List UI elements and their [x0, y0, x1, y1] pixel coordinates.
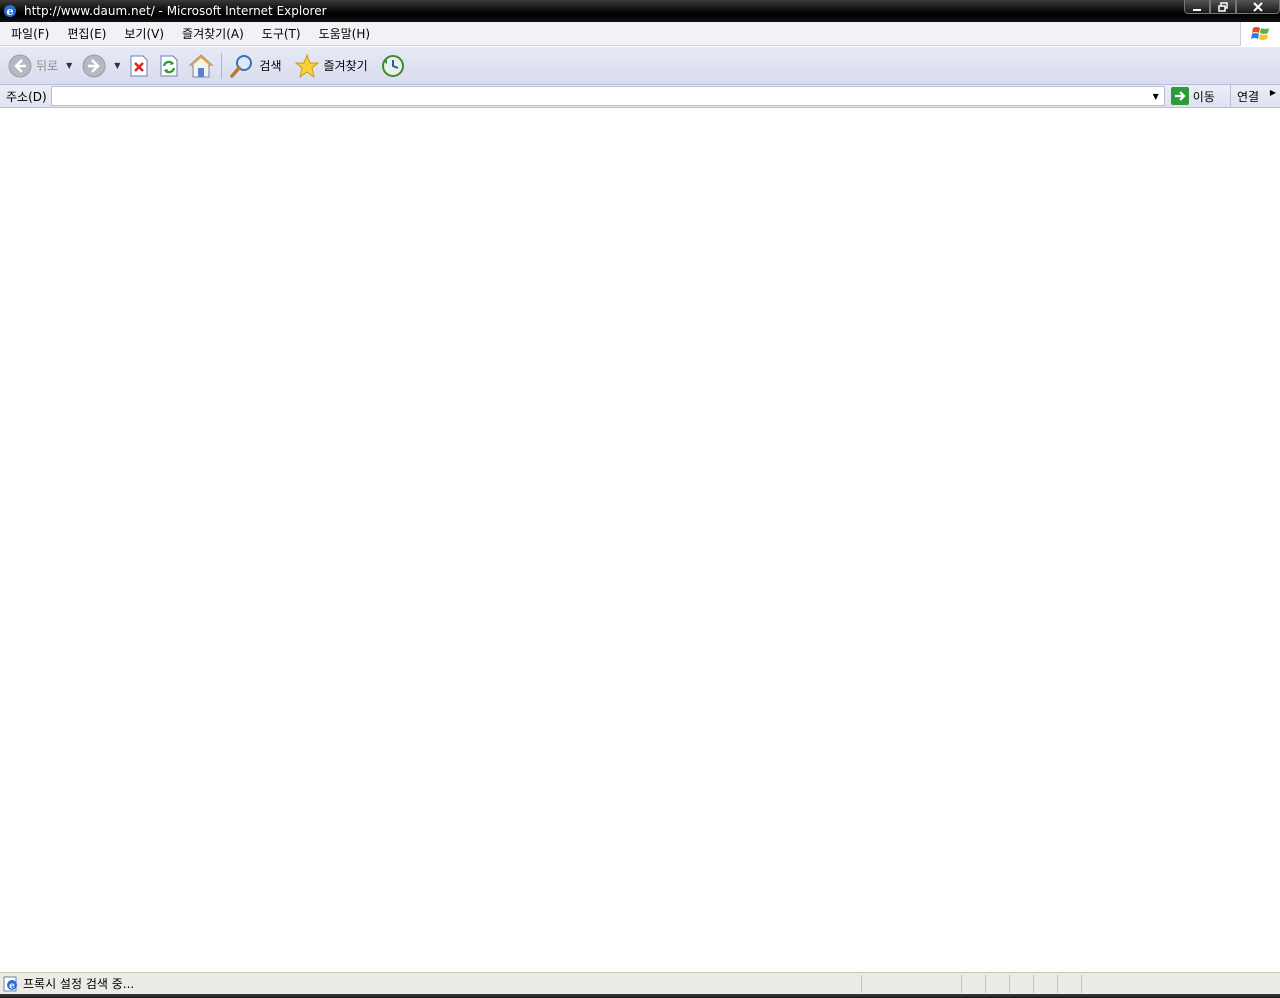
- status-pane: [1009, 975, 1010, 993]
- forward-button[interactable]: [78, 49, 110, 83]
- menu-view[interactable]: 보기(V): [116, 22, 172, 46]
- menu-help[interactable]: 도움말(H): [311, 22, 379, 46]
- taskbar-edge: [0, 994, 1280, 998]
- back-label: 뒤로: [36, 59, 59, 73]
- standard-toolbar: 뒤로 ▼ ▼ 검색 즐겨찾기: [0, 47, 1280, 85]
- ie-icon: e: [4, 5, 16, 18]
- minimize-button[interactable]: [1184, 0, 1210, 14]
- window-title: http://www.daum.net/ - Microsoft Interne…: [24, 4, 327, 18]
- status-bar: e 프록시 설정 검색 중...: [0, 972, 1280, 994]
- home-button[interactable]: [184, 49, 218, 83]
- windows-flag-icon: [1250, 27, 1269, 40]
- back-dropdown-icon[interactable]: ▼: [66, 61, 72, 70]
- status-zone-pane: [1081, 975, 1082, 993]
- star-icon: [294, 53, 319, 78]
- search-label: 검색: [259, 59, 282, 73]
- windows-logo: [1240, 22, 1280, 46]
- back-button[interactable]: 뒤로: [4, 49, 62, 83]
- back-arrow-icon: [8, 54, 32, 77]
- page-status-icon: e: [3, 976, 17, 991]
- refresh-button[interactable]: [154, 49, 184, 83]
- menu-favorites[interactable]: 즐겨찾기(A): [174, 22, 252, 46]
- menu-file[interactable]: 파일(F): [3, 22, 57, 46]
- status-text: 프록시 설정 검색 중...: [23, 977, 135, 991]
- menu-bar: 파일(F) 편집(E) 보기(V) 즐겨찾기(A) 도구(T) 도움말(H): [0, 22, 1280, 46]
- page-content: [0, 108, 1280, 972]
- svg-text:e: e: [7, 5, 14, 18]
- restore-button[interactable]: [1210, 0, 1236, 14]
- forward-arrow-icon: [82, 54, 106, 77]
- address-input[interactable]: [51, 87, 1148, 105]
- history-button[interactable]: [376, 49, 410, 83]
- links-toolbar[interactable]: 연결 ▶: [1230, 85, 1280, 108]
- history-icon: [381, 54, 404, 77]
- refresh-icon: [160, 55, 178, 76]
- close-icon: [1253, 1, 1263, 12]
- go-label: 이동: [1192, 89, 1215, 104]
- address-dropdown-icon[interactable]: ▼: [1148, 87, 1164, 105]
- go-arrow-icon: [1170, 87, 1189, 105]
- status-pane: [961, 975, 962, 993]
- svg-text:e: e: [9, 981, 15, 991]
- address-label: 주소(D): [6, 89, 47, 104]
- favorites-button[interactable]: 즐겨찾기: [290, 49, 372, 83]
- links-chevron-icon[interactable]: ▶: [1270, 88, 1276, 97]
- menu-tools[interactable]: 도구(T): [254, 22, 309, 46]
- go-button[interactable]: 이동: [1170, 87, 1215, 105]
- favorites-label: 즐겨찾기: [323, 59, 368, 73]
- links-label: 연결: [1237, 90, 1260, 104]
- toolbar-separator: [221, 52, 223, 79]
- menu-edit[interactable]: 편집(E): [59, 22, 114, 46]
- status-pane: [985, 975, 986, 993]
- search-icon: [230, 54, 253, 78]
- close-button[interactable]: [1236, 0, 1280, 14]
- home-icon: [189, 53, 214, 77]
- forward-dropdown-icon[interactable]: ▼: [114, 61, 120, 70]
- title-bar: e http://www.daum.net/ - Microsoft Inter…: [0, 0, 1280, 22]
- status-progress-pane: [861, 975, 862, 993]
- stop-button[interactable]: [124, 49, 154, 83]
- restore-icon: [1218, 1, 1228, 12]
- status-pane: [1033, 975, 1034, 993]
- address-field[interactable]: ▼: [50, 86, 1165, 106]
- minimize-icon: [1193, 8, 1201, 11]
- window-controls: [1184, 0, 1280, 14]
- search-button[interactable]: 검색: [225, 49, 285, 83]
- address-bar: 주소(D) ▼ 이동 연결 ▶: [0, 85, 1280, 108]
- stop-icon: [130, 55, 148, 76]
- status-pane: [1057, 975, 1058, 993]
